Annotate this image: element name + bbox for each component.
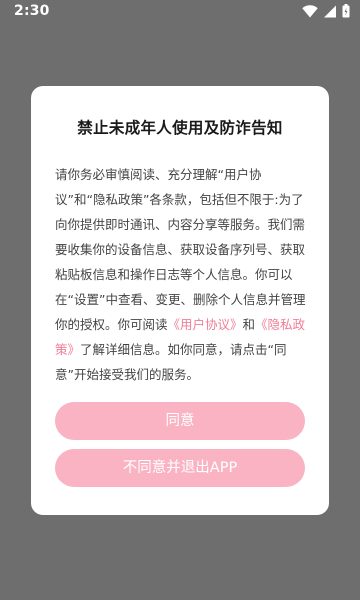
status-icons [302, 4, 350, 18]
body-text-and: 和 [242, 317, 256, 332]
battery-icon [342, 4, 350, 18]
status-bar: 2:30 [0, 0, 360, 24]
dialog-title: 禁止未成年人使用及防诈告知 [77, 119, 283, 137]
dialog-body: 请你务必审慎阅读、充分理解“用户协议”和“隐私政策”各条款，包括但不限于:为了向… [55, 162, 307, 387]
status-time: 2:30 [14, 3, 50, 19]
body-text-after-links: 了解详细信息。如你同意，请点击“同意”开始接受我们的服务。 [55, 342, 287, 382]
wifi-icon [302, 4, 318, 18]
disagree-exit-button[interactable]: 不同意并退出APP [55, 449, 305, 487]
body-text-before-links: 请你务必审慎阅读、充分理解“用户协议”和“隐私政策”各条款，包括但不限于:为了向… [55, 167, 306, 332]
signal-icon [324, 5, 336, 18]
agree-button[interactable]: 同意 [55, 402, 305, 440]
notice-dialog: 禁止未成年人使用及防诈告知 请你务必审慎阅读、充分理解“用户协议”和“隐私政策”… [31, 86, 329, 515]
user-agreement-link[interactable]: 《用户协议》 [168, 317, 243, 332]
